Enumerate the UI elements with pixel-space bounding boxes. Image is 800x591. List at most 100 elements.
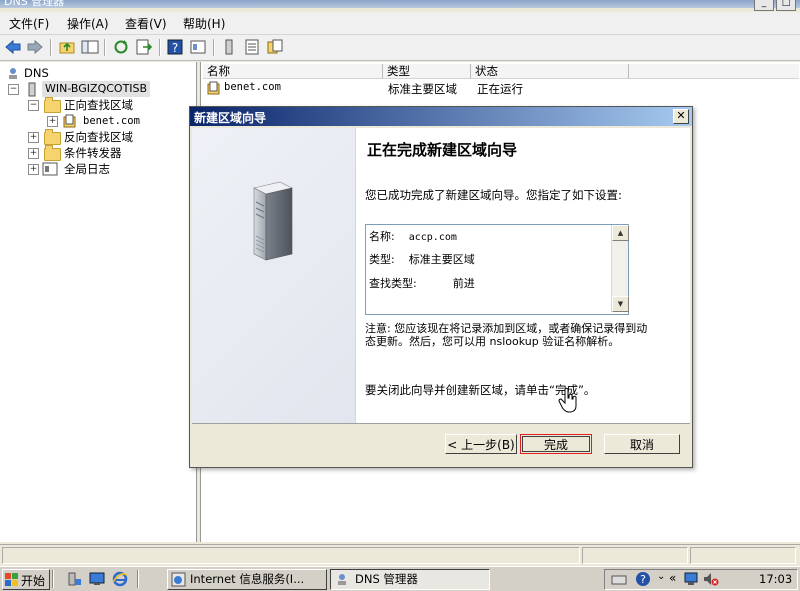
maximize-button[interactable]: □ bbox=[776, 0, 796, 11]
wizard-note: 注意: 您应该现在将记录添加到区域，或者确保记录得到动态更新。然后，您可以用 n… bbox=[365, 322, 648, 348]
task-dns-manager[interactable]: DNS 管理器 bbox=[330, 569, 490, 590]
setting-value: 前进 bbox=[452, 277, 475, 290]
copy-icon[interactable] bbox=[266, 38, 284, 56]
export-list-icon[interactable] bbox=[135, 38, 153, 56]
dns-icon bbox=[338, 574, 346, 585]
cell-status: 正在运行 bbox=[477, 82, 523, 96]
folder-icon bbox=[44, 129, 61, 145]
back-button[interactable]: < 上一步(B) bbox=[445, 434, 517, 454]
server-manager-icon[interactable] bbox=[66, 571, 82, 587]
column-header-name[interactable]: 名称 bbox=[203, 64, 383, 79]
task-label-dns: DNS 管理器 bbox=[355, 572, 418, 586]
scroll-down-icon[interactable]: ▼ bbox=[612, 296, 629, 312]
server-illustration-icon bbox=[253, 181, 293, 261]
clock: 17:03 bbox=[759, 572, 793, 586]
dns-icon bbox=[9, 68, 17, 79]
server-icon[interactable] bbox=[220, 38, 238, 56]
network-icon[interactable] bbox=[683, 572, 699, 586]
menu-file[interactable]: 文件(F) bbox=[9, 15, 49, 32]
tree-label-forward-zones: 正向查找区域 bbox=[64, 98, 133, 112]
scroll-up-icon[interactable]: ▲ bbox=[612, 225, 629, 241]
hand-cursor-icon bbox=[558, 387, 577, 413]
column-header-blank bbox=[629, 64, 799, 79]
wizard-heading: 正在完成新建区域向导 bbox=[367, 141, 518, 159]
tree-label-zone: benet.com bbox=[83, 115, 140, 127]
tree-label-server: WIN-BGIZQCOTISB bbox=[42, 81, 151, 97]
taskbar-separator bbox=[52, 570, 54, 588]
task-label-iis: Internet 信息服务(I... bbox=[190, 572, 305, 586]
status-cell-3 bbox=[690, 547, 796, 564]
settings-summary-box[interactable]: 名称: accp.com 类型: 标准主要区域 查找类型: 前进 ▲ ▼ bbox=[365, 224, 629, 315]
show-desktop-icon[interactable] bbox=[89, 571, 105, 587]
toolbar-separator bbox=[159, 39, 161, 56]
taskbar: 开始 Internet 信息服务(I... DNS 管理器 ? ⌄ « 17:0… bbox=[0, 566, 800, 591]
menu-view[interactable]: 查看(V) bbox=[125, 15, 167, 32]
server-icon bbox=[28, 82, 36, 97]
system-tray: ? ⌄ « 17:03 bbox=[604, 569, 798, 590]
tree-label-reverse-zones: 反向查找区域 bbox=[64, 130, 133, 144]
expand-toggle[interactable]: + bbox=[47, 116, 58, 127]
setting-label: 名称: bbox=[369, 230, 395, 243]
toolbar-separator bbox=[50, 39, 52, 56]
svg-text:?: ? bbox=[640, 573, 646, 586]
iis-icon bbox=[171, 572, 186, 587]
setting-row-type: 类型: 标准主要区域 bbox=[369, 251, 475, 267]
status-cell-2 bbox=[582, 547, 688, 564]
window-controls: _ □ bbox=[752, 0, 796, 11]
finish-button[interactable]: 完成 bbox=[520, 434, 592, 454]
list-icon[interactable] bbox=[243, 38, 261, 56]
setting-label: 类型: bbox=[369, 253, 395, 266]
task-iis-manager[interactable]: Internet 信息服务(I... bbox=[167, 569, 327, 590]
help-icon[interactable]: ? bbox=[166, 38, 184, 56]
svg-text:?: ? bbox=[172, 41, 178, 55]
windows-logo-icon bbox=[5, 573, 18, 586]
close-button[interactable]: ✕ bbox=[673, 109, 689, 124]
tray-expand-icon[interactable]: « bbox=[669, 571, 676, 585]
cell-type: 标准主要区域 bbox=[388, 82, 457, 96]
cancel-button[interactable]: 取消 bbox=[604, 434, 680, 454]
expand-toggle[interactable]: + bbox=[28, 148, 39, 159]
window-titlebar: DNS 管理器 bbox=[0, 0, 800, 8]
refresh-icon[interactable] bbox=[112, 38, 130, 56]
collapse-toggle[interactable]: − bbox=[28, 100, 39, 111]
new-zone-wizard-dialog: 新建区域向导 ✕ 正在完成新建区域向导 您已成功完成了新建区域向导。您指定了如下… bbox=[189, 106, 693, 468]
toolbar-separator bbox=[213, 39, 215, 56]
window-title: DNS 管理器 bbox=[4, 0, 65, 8]
column-header-status[interactable]: 状态 bbox=[471, 64, 629, 79]
forward-arrow-icon[interactable] bbox=[26, 38, 44, 56]
event-log-icon bbox=[42, 162, 58, 176]
expand-toggle[interactable]: + bbox=[28, 164, 39, 175]
speaker-muted-icon[interactable] bbox=[703, 572, 719, 586]
language-toggle-icon[interactable]: ⌄ bbox=[657, 571, 665, 582]
column-header-type[interactable]: 类型 bbox=[383, 64, 471, 79]
dialog-titlebar[interactable]: 新建区域向导 bbox=[190, 107, 692, 126]
console-tree-icon[interactable] bbox=[81, 38, 99, 56]
status-bar bbox=[0, 544, 800, 565]
back-arrow-icon[interactable] bbox=[4, 38, 22, 56]
collapse-toggle[interactable]: − bbox=[8, 84, 19, 95]
toolbar-separator bbox=[104, 39, 106, 56]
start-label: 开始 bbox=[21, 574, 46, 588]
menu-help[interactable]: 帮助(H) bbox=[183, 15, 225, 32]
tree-label-global-logs: 全局日志 bbox=[64, 162, 110, 176]
dialog-title: 新建区域向导 bbox=[194, 111, 267, 125]
setting-value: 标准主要区域 bbox=[408, 253, 475, 266]
setting-row-name: 名称: accp.com bbox=[369, 228, 457, 244]
keyboard-icon[interactable] bbox=[611, 573, 627, 586]
wizard-intro: 您已成功完成了新建区域向导。您指定了如下设置: bbox=[365, 188, 622, 202]
minimize-button[interactable]: _ bbox=[754, 0, 774, 11]
taskbar-separator bbox=[137, 570, 139, 588]
help-circle-icon[interactable]: ? bbox=[635, 571, 651, 587]
status-cell-main bbox=[2, 547, 580, 564]
list-row-benet[interactable]: benet.com 标准主要区域 正在运行 bbox=[204, 80, 644, 96]
start-button[interactable]: 开始 bbox=[2, 569, 50, 590]
up-folder-icon[interactable] bbox=[58, 38, 76, 56]
menu-action[interactable]: 操作(A) bbox=[67, 15, 109, 32]
zone-icon bbox=[207, 81, 220, 95]
setting-label: 查找类型: bbox=[369, 277, 417, 290]
vertical-scrollbar[interactable]: ▲ ▼ bbox=[611, 225, 629, 312]
tree-label-dns: DNS bbox=[24, 66, 49, 80]
expand-toggle[interactable]: + bbox=[28, 132, 39, 143]
internet-explorer-icon[interactable] bbox=[112, 571, 128, 587]
properties-icon[interactable] bbox=[189, 38, 207, 56]
